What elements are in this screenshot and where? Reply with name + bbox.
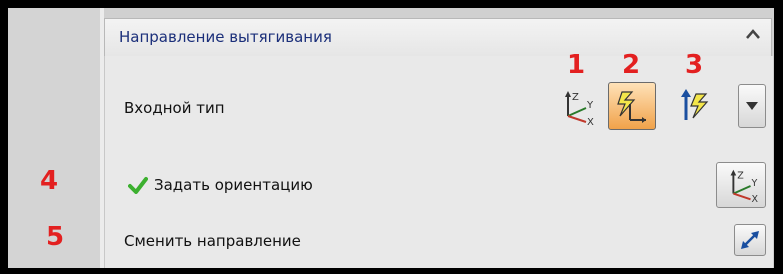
marker-3: 3	[685, 50, 704, 80]
marker-1: 1	[567, 50, 586, 80]
axis-triad-icon[interactable]: Z Y X	[554, 86, 598, 128]
arrow-vector-icon[interactable]	[676, 86, 712, 126]
input-type-dropdown[interactable]	[738, 84, 766, 128]
marker-4: 4	[40, 166, 59, 196]
set-orientation-button[interactable]: Z Y X	[716, 162, 766, 208]
marker-5: 5	[46, 222, 65, 252]
svg-text:X: X	[587, 117, 594, 128]
panel-title: Направление вытягивания	[119, 28, 332, 46]
input-type-label: Входной тип	[124, 99, 225, 117]
svg-text:Y: Y	[750, 178, 757, 189]
axis-triad-icon: Z Y X	[730, 169, 758, 205]
dropdown-arrow-icon	[746, 102, 758, 110]
reverse-direction-icon	[741, 231, 759, 249]
chevron-up-icon[interactable]	[743, 25, 763, 45]
orientation-label: Задать ориентацию	[154, 176, 313, 194]
checkmark-icon	[128, 177, 148, 194]
svg-text:Y: Y	[586, 100, 594, 111]
reverse-direction-button[interactable]	[734, 224, 766, 256]
input-type-2-button[interactable]	[608, 82, 656, 130]
svg-text:Z: Z	[737, 170, 744, 181]
panel-header[interactable]: Направление вытягивания	[104, 18, 772, 57]
vector-pick-icon	[617, 91, 646, 123]
svg-text:X: X	[751, 194, 758, 205]
svg-text:Z: Z	[572, 92, 579, 103]
reverse-direction-label: Сменить направление	[124, 232, 301, 250]
marker-2: 2	[622, 50, 641, 80]
